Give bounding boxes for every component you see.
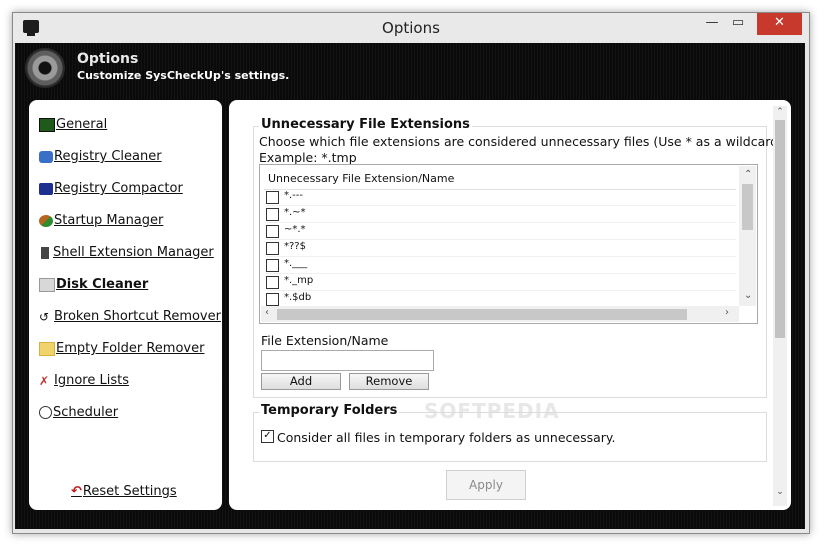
remove-button[interactable]: Remove bbox=[349, 373, 429, 390]
maximize-button[interactable]: ▭ bbox=[725, 13, 751, 35]
sidebar-item-scheduler[interactable]: Scheduler bbox=[39, 404, 118, 422]
group-title-temporary-folders: Temporary Folders bbox=[259, 403, 400, 418]
scroll-left-arrow-icon[interactable]: ‹ bbox=[265, 307, 269, 318]
list-item[interactable]: *.$db bbox=[266, 291, 736, 306]
reset-settings-link[interactable]: ↶Reset Settings bbox=[71, 484, 177, 499]
settings-panel: Unnecessary File Extensions Choose which… bbox=[229, 100, 791, 510]
sidebar-item-registry-cleaner[interactable]: Registry Cleaner bbox=[39, 148, 162, 166]
item-checkbox[interactable] bbox=[266, 225, 279, 238]
panel-vertical-scrollbar[interactable]: ⌃ ⌄ bbox=[773, 106, 787, 506]
temp-folders-checkbox[interactable]: ✓ bbox=[261, 430, 274, 443]
sidebar-item-empty-folder-remover[interactable]: Empty Folder Remover bbox=[39, 340, 204, 358]
list-item[interactable]: *._mp bbox=[266, 274, 736, 291]
panel-scroll-down-icon[interactable]: ⌄ bbox=[773, 486, 787, 498]
file-extension-label: File Extension/Name bbox=[261, 333, 389, 348]
sidebar: General Registry Cleaner Registry Compac… bbox=[29, 100, 222, 510]
item-checkbox[interactable] bbox=[266, 191, 279, 204]
sidebar-item-disk-cleaner[interactable]: Disk Cleaner bbox=[39, 276, 148, 294]
list-item[interactable]: *??$ bbox=[266, 240, 736, 257]
scroll-up-arrow-icon[interactable]: ⌃ bbox=[744, 169, 752, 180]
extensions-description: Choose which file extensions are conside… bbox=[259, 134, 788, 165]
list-item[interactable]: *.~* bbox=[266, 206, 736, 223]
clock-icon bbox=[39, 406, 52, 419]
scroll-down-arrow-icon[interactable]: ⌄ bbox=[744, 290, 752, 301]
panel-scroll-up-icon[interactable]: ⌃ bbox=[773, 106, 787, 118]
registry-cleaner-icon bbox=[39, 150, 53, 163]
sidebar-item-startup-manager[interactable]: Startup Manager bbox=[39, 212, 163, 230]
monitor-icon bbox=[39, 117, 55, 132]
sidebar-item-registry-compactor[interactable]: Registry Compactor bbox=[39, 180, 183, 198]
header-title: Options bbox=[77, 51, 139, 67]
options-window: Options — ▭ ✕ Options Customize SysCheck… bbox=[12, 12, 810, 534]
temp-folders-checkbox-label[interactable]: Consider all files in temporary folders … bbox=[277, 430, 616, 445]
title-bar[interactable]: Options — ▭ ✕ bbox=[13, 13, 809, 43]
sidebar-item-shell-extension-manager[interactable]: Shell Extension Manager bbox=[39, 244, 214, 262]
ignore-list-icon: ✗ bbox=[39, 373, 50, 388]
gear-icon bbox=[25, 48, 65, 88]
header-subtitle: Customize SysCheckUp's settings. bbox=[77, 69, 290, 82]
list-horizontal-scroll-thumb[interactable] bbox=[277, 309, 687, 320]
sidebar-item-broken-shortcut-remover[interactable]: ↺ Broken Shortcut Remover bbox=[39, 308, 221, 326]
item-checkbox[interactable] bbox=[266, 259, 279, 272]
file-extension-input[interactable] bbox=[261, 350, 434, 371]
item-checkbox[interactable] bbox=[266, 242, 279, 255]
list-vertical-scrollbar[interactable]: ⌃ ⌄ bbox=[739, 166, 756, 306]
folder-icon bbox=[39, 341, 55, 356]
dialog-body: Options Customize SysCheckUp's settings.… bbox=[15, 43, 805, 529]
close-button[interactable]: ✕ bbox=[757, 13, 802, 35]
list-item[interactable]: *.___ bbox=[266, 257, 736, 274]
list-item[interactable]: *.--- bbox=[266, 189, 736, 206]
sidebar-item-general[interactable]: General bbox=[39, 116, 107, 134]
add-button[interactable]: Add bbox=[261, 373, 341, 390]
list-item[interactable]: ~*.* bbox=[266, 223, 736, 240]
extensions-listbox[interactable]: Unnecessary File Extension/Name *.--- *.… bbox=[259, 164, 758, 324]
undo-icon: ↶ bbox=[71, 484, 82, 499]
cube-icon bbox=[39, 182, 53, 195]
panel-scroll-thumb[interactable] bbox=[775, 120, 785, 338]
apply-button[interactable]: Apply bbox=[446, 470, 526, 500]
scroll-right-arrow-icon[interactable]: › bbox=[725, 307, 729, 318]
header-banner: Options Customize SysCheckUp's settings. bbox=[15, 43, 805, 101]
minimize-button[interactable]: — bbox=[699, 13, 725, 35]
list-vertical-scroll-thumb[interactable] bbox=[742, 184, 753, 230]
list-horizontal-scrollbar[interactable]: ‹ › bbox=[261, 306, 739, 322]
list-column-header[interactable]: Unnecessary File Extension/Name bbox=[268, 172, 454, 185]
item-checkbox[interactable] bbox=[266, 293, 279, 306]
disk-icon bbox=[39, 277, 55, 292]
item-checkbox[interactable] bbox=[266, 276, 279, 289]
group-title-extensions: Unnecessary File Extensions bbox=[259, 117, 472, 132]
shortcut-icon: ↺ bbox=[39, 309, 50, 324]
sidebar-item-ignore-lists[interactable]: ✗ Ignore Lists bbox=[39, 372, 129, 390]
plug-icon bbox=[41, 246, 49, 259]
startup-icon bbox=[39, 214, 53, 227]
item-checkbox[interactable] bbox=[266, 208, 279, 221]
window-title: Options bbox=[382, 19, 440, 37]
